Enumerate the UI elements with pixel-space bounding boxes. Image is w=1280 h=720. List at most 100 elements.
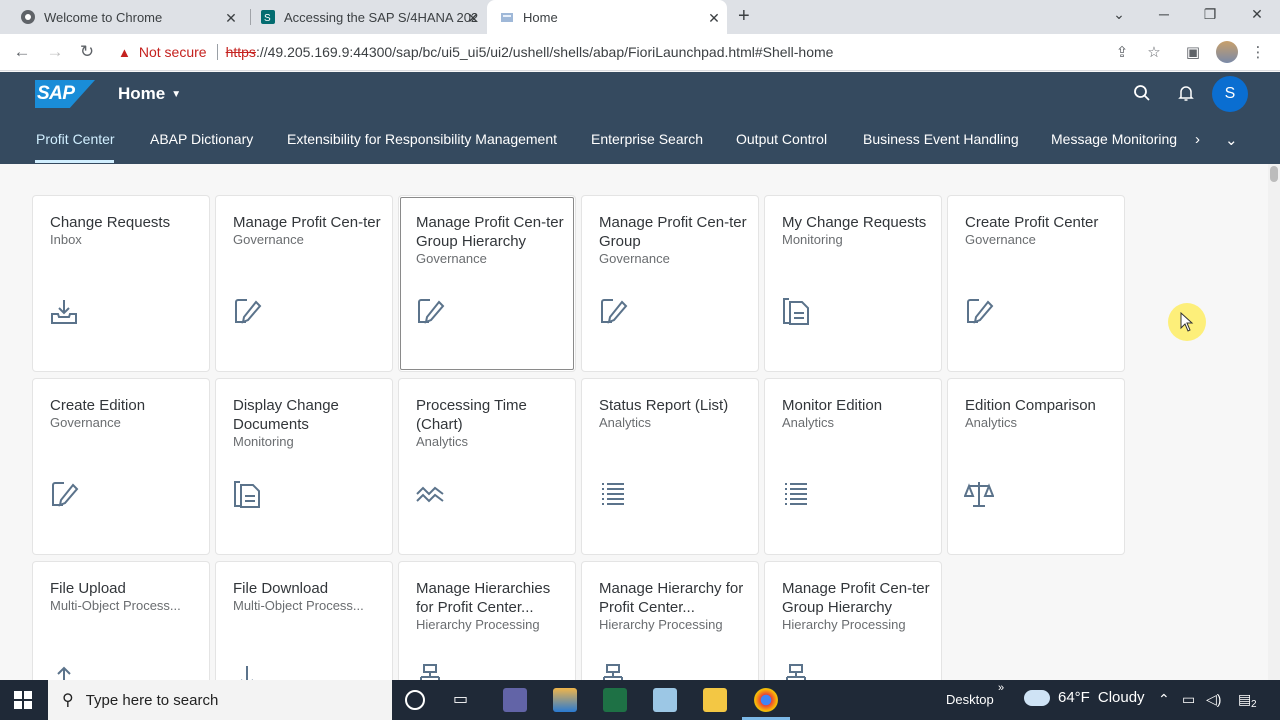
app-tile[interactable]: Manage Hierarchies for Profit Center... … bbox=[398, 561, 576, 680]
close-tab-icon[interactable]: ✕ bbox=[707, 10, 721, 27]
tile-title-text: Manage Profit Cen-ter Group Hierarchy bbox=[416, 214, 564, 250]
user-avatar[interactable]: S bbox=[1212, 76, 1248, 112]
caret-down-icon: ▼ bbox=[171, 88, 182, 100]
close-tab-icon[interactable]: ✕ bbox=[224, 10, 238, 27]
notification-center-icon[interactable]: ▤ bbox=[1238, 691, 1251, 708]
search-icon[interactable] bbox=[1130, 84, 1154, 107]
tile-title-text: Display Change Documents bbox=[233, 397, 339, 433]
tile-subtitle: Analytics bbox=[599, 415, 652, 430]
tile-subtitle: Inbox bbox=[50, 232, 82, 247]
tile-title-text: File Upload bbox=[50, 580, 126, 597]
app-tile[interactable]: Manage Hierarchy for Profit Center... Hi… bbox=[581, 561, 759, 680]
minimize-icon[interactable]: ─ bbox=[1154, 6, 1174, 22]
tile-title-text: Status Report (List) bbox=[599, 397, 729, 414]
restore-icon[interactable]: ❐ bbox=[1200, 6, 1220, 23]
hierarchy-icon bbox=[598, 662, 628, 680]
tab-message-monitoring[interactable]: Message Monitoring bbox=[1051, 131, 1177, 147]
tile-title: Manage Hierarchy for Profit Center... Hi… bbox=[599, 579, 749, 633]
bell-icon[interactable] bbox=[1174, 84, 1198, 107]
close-tab-icon[interactable]: ✕ bbox=[466, 10, 480, 27]
bookmark-star-icon[interactable]: ☆ bbox=[1145, 43, 1163, 61]
file-explorer-icon[interactable] bbox=[703, 688, 727, 712]
tile-title-text: Manage Profit Cen-ter Group Hierarchy bbox=[782, 580, 930, 616]
edit-icon bbox=[49, 479, 79, 509]
browser-toolbar: ← → ↻ ▲ Not secure https ://49.205.169.9… bbox=[0, 34, 1280, 71]
tile-subtitle: Analytics bbox=[416, 434, 469, 449]
app-tile[interactable]: File Download Multi-Object Process... bbox=[215, 561, 393, 680]
browser-tab-sap-access[interactable]: S Accessing the SAP S/4HANA 202 ✕ bbox=[252, 0, 486, 34]
tab-abap-dictionary[interactable]: ABAP Dictionary bbox=[150, 131, 253, 147]
app-tile[interactable]: Change Requests Inbox bbox=[32, 195, 210, 372]
tile-title: Manage Hierarchies for Profit Center... … bbox=[416, 579, 566, 633]
tile-title-text: Create Profit Center bbox=[965, 214, 1099, 231]
app-tile[interactable]: Manage Profit Cen-ter Governance bbox=[215, 195, 393, 372]
forward-arrow-icon[interactable]: → bbox=[45, 42, 65, 62]
warning-icon: ▲ bbox=[118, 44, 131, 60]
chevron-up-icon[interactable]: ⌃ bbox=[1158, 691, 1170, 708]
chrome-taskbar-icon[interactable] bbox=[754, 688, 778, 712]
sap-logo[interactable]: SAP bbox=[35, 80, 95, 108]
cortana-icon[interactable] bbox=[405, 690, 425, 710]
chevron-right-icon[interactable]: › bbox=[1195, 131, 1200, 148]
list-icon bbox=[781, 479, 811, 509]
app-tile[interactable]: Monitor Edition Analytics bbox=[764, 378, 942, 555]
tile-subtitle: Hierarchy Processing bbox=[599, 617, 723, 632]
hierarchy-icon bbox=[415, 662, 445, 680]
app-tile[interactable]: Manage Profit Cen-ter Group Hierarchy Hi… bbox=[764, 561, 942, 680]
chevron-double-icon[interactable]: » bbox=[998, 682, 1004, 694]
menu-kebab-icon[interactable]: ⋮ bbox=[1249, 43, 1267, 61]
tab-business-event-handling[interactable]: Business Event Handling bbox=[863, 131, 1019, 147]
share-icon[interactable]: ⇪ bbox=[1113, 43, 1131, 61]
tab-search-icon[interactable]: ⌄ bbox=[1109, 6, 1129, 23]
app-tile[interactable]: Status Report (List) Analytics bbox=[581, 378, 759, 555]
weather-widget[interactable]: 64°F Cloudy bbox=[1024, 689, 1145, 706]
task-view-icon[interactable]: ▭ bbox=[453, 689, 477, 713]
tile-subtitle: Governance bbox=[233, 232, 304, 247]
desktop-toolbar-label[interactable]: Desktop bbox=[946, 692, 994, 707]
profile-avatar[interactable] bbox=[1216, 41, 1238, 63]
page-scrollbar[interactable] bbox=[1268, 164, 1280, 680]
chevron-down-icon[interactable]: ⌄ bbox=[1225, 131, 1238, 149]
reload-icon[interactable]: ↻ bbox=[77, 42, 97, 62]
app-tile[interactable]: Create Edition Governance bbox=[32, 378, 210, 555]
tile-title: Display Change Documents Monitoring bbox=[233, 396, 383, 450]
sap-logon-icon[interactable] bbox=[553, 688, 577, 712]
svg-text:S: S bbox=[264, 13, 271, 24]
app-tile[interactable]: Edition Comparison Analytics bbox=[947, 378, 1125, 555]
teams-icon[interactable] bbox=[503, 688, 527, 712]
tile-subtitle: Multi-Object Process... bbox=[233, 598, 364, 613]
close-window-icon[interactable]: ✕ bbox=[1247, 6, 1267, 23]
app-tile[interactable]: Processing Time (Chart) Analytics bbox=[398, 378, 576, 555]
notepad-icon[interactable] bbox=[653, 688, 677, 712]
app-tile[interactable]: Manage Profit Cen-ter Group Governance bbox=[581, 195, 759, 372]
security-label[interactable]: Not secure bbox=[139, 44, 207, 60]
speaker-icon[interactable]: ◁) bbox=[1206, 691, 1221, 708]
tile-title: Status Report (List) Analytics bbox=[599, 396, 749, 431]
back-arrow-icon[interactable]: ← bbox=[12, 42, 32, 62]
home-menu-button[interactable]: Home ▼ bbox=[118, 84, 181, 104]
browser-tab-home[interactable]: Home ✕ bbox=[487, 0, 727, 34]
app-tile[interactable]: Manage Profit Cen-ter Group Hierarchy Go… bbox=[398, 195, 576, 372]
side-panel-icon[interactable]: ▣ bbox=[1184, 43, 1202, 61]
tile-title-text: Manage Profit Cen-ter Group bbox=[599, 214, 747, 250]
scrollbar-thumb[interactable] bbox=[1270, 166, 1278, 182]
edit-icon bbox=[232, 296, 262, 326]
tab-output-control[interactable]: Output Control bbox=[736, 131, 827, 147]
tab-extensibility-responsibility[interactable]: Extensibility for Responsibility Managem… bbox=[287, 131, 557, 147]
app-tile[interactable]: Display Change Documents Monitoring bbox=[215, 378, 393, 555]
address-bar[interactable]: ▲ Not secure https ://49.205.169.9:44300… bbox=[108, 37, 1140, 67]
tab-enterprise-search[interactable]: Enterprise Search bbox=[591, 131, 703, 147]
app-tile[interactable]: File Upload Multi-Object Process... bbox=[32, 561, 210, 680]
app-tile[interactable]: Create Profit Center Governance bbox=[947, 195, 1125, 372]
tile-title-text: My Change Requests bbox=[782, 214, 927, 231]
battery-icon[interactable]: ▭ bbox=[1182, 691, 1195, 708]
edit-icon bbox=[598, 296, 628, 326]
excel-icon[interactable] bbox=[603, 688, 627, 712]
browser-tab-welcome[interactable]: Welcome to Chrome ✕ bbox=[8, 0, 244, 34]
windows-start-icon[interactable] bbox=[14, 691, 32, 709]
tab-profit-center[interactable]: Profit Center bbox=[36, 131, 115, 147]
document-icon bbox=[232, 479, 262, 509]
app-tile[interactable]: My Change Requests Monitoring bbox=[764, 195, 942, 372]
taskbar-search-box[interactable]: ⚲ Type here to search bbox=[48, 680, 392, 720]
new-tab-button[interactable]: + bbox=[738, 5, 758, 28]
